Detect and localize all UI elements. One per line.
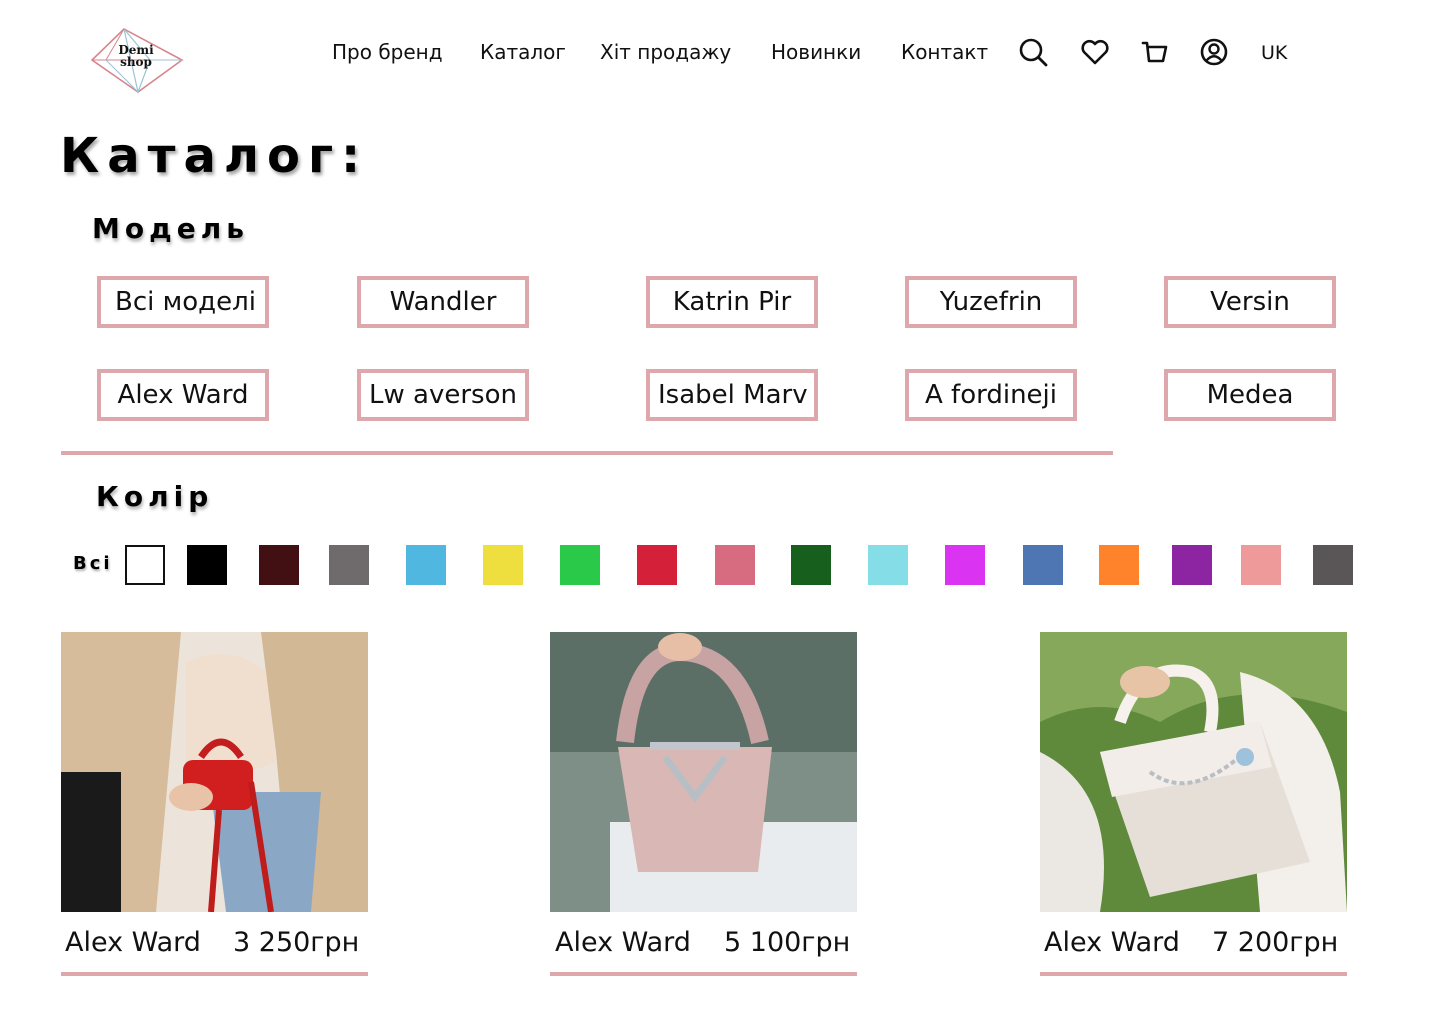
product-name[interactable]: Alex Ward [65, 927, 201, 958]
nav-about-brand[interactable]: Про бренд [332, 40, 443, 64]
model-button-wandler[interactable]: Wandler [357, 276, 529, 328]
logo[interactable]: Demi shop [88, 26, 184, 96]
product-price: 5 100грн [724, 927, 851, 958]
product-underline [550, 972, 857, 976]
account-icon[interactable] [1199, 37, 1229, 67]
product-name[interactable]: Alex Ward [1044, 927, 1180, 958]
language-selector[interactable]: UK [1261, 42, 1287, 64]
color-swatch[interactable] [1099, 545, 1139, 585]
color-swatch[interactable] [791, 545, 831, 585]
color-swatch[interactable] [560, 545, 600, 585]
model-button-lw-averson[interactable]: Lw averson [357, 369, 529, 421]
heart-icon[interactable] [1080, 37, 1110, 67]
color-swatch[interactable] [868, 545, 908, 585]
nav-bestsellers[interactable]: Хіт продажу [600, 40, 731, 64]
model-button-medea[interactable]: Medea [1164, 369, 1336, 421]
section-divider [61, 451, 1113, 455]
product-price: 7 200грн [1212, 927, 1339, 958]
product-image[interactable] [61, 632, 368, 912]
color-swatch[interactable] [945, 545, 985, 585]
model-button-isabel-marv[interactable]: Isabel Marv [646, 369, 818, 421]
color-swatch[interactable] [715, 545, 755, 585]
nav-contact[interactable]: Контакт [901, 40, 988, 64]
model-button-a-fordineji[interactable]: A fordineji [905, 369, 1077, 421]
product-image[interactable] [1040, 632, 1347, 912]
model-button-katrin-pir[interactable]: Katrin Pir [646, 276, 818, 328]
color-swatch[interactable] [1172, 545, 1212, 585]
color-swatch[interactable] [187, 545, 227, 585]
model-button-yuzefrin[interactable]: Yuzefrin [905, 276, 1077, 328]
product-underline [61, 972, 368, 976]
product-name[interactable]: Alex Ward [555, 927, 691, 958]
product-image[interactable] [550, 632, 857, 912]
nav-new-arrivals[interactable]: Новинки [771, 40, 861, 64]
cart-icon[interactable] [1140, 37, 1170, 67]
model-button-all[interactable]: Всі моделі [97, 276, 269, 328]
model-button-alex-ward[interactable]: Alex Ward [97, 369, 269, 421]
model-section-title: Модель [92, 212, 249, 245]
color-all-label[interactable]: Всі [73, 553, 113, 574]
nav-catalog[interactable]: Каталог [480, 40, 566, 64]
color-swatch[interactable] [329, 545, 369, 585]
search-icon[interactable] [1018, 37, 1048, 67]
color-swatch[interactable] [1023, 545, 1063, 585]
logo-text-bottom: shop [120, 55, 152, 69]
color-swatch[interactable] [1313, 545, 1353, 585]
color-swatch[interactable] [125, 545, 165, 585]
color-swatch[interactable] [406, 545, 446, 585]
color-swatch[interactable] [637, 545, 677, 585]
color-swatch[interactable] [1241, 545, 1281, 585]
page-title: Каталог: [60, 128, 369, 184]
product-price: 3 250грн [233, 927, 360, 958]
product-underline [1040, 972, 1347, 976]
color-swatch[interactable] [483, 545, 523, 585]
color-section-title: Колір [96, 480, 214, 513]
color-swatch[interactable] [259, 545, 299, 585]
model-button-versin[interactable]: Versin [1164, 276, 1336, 328]
